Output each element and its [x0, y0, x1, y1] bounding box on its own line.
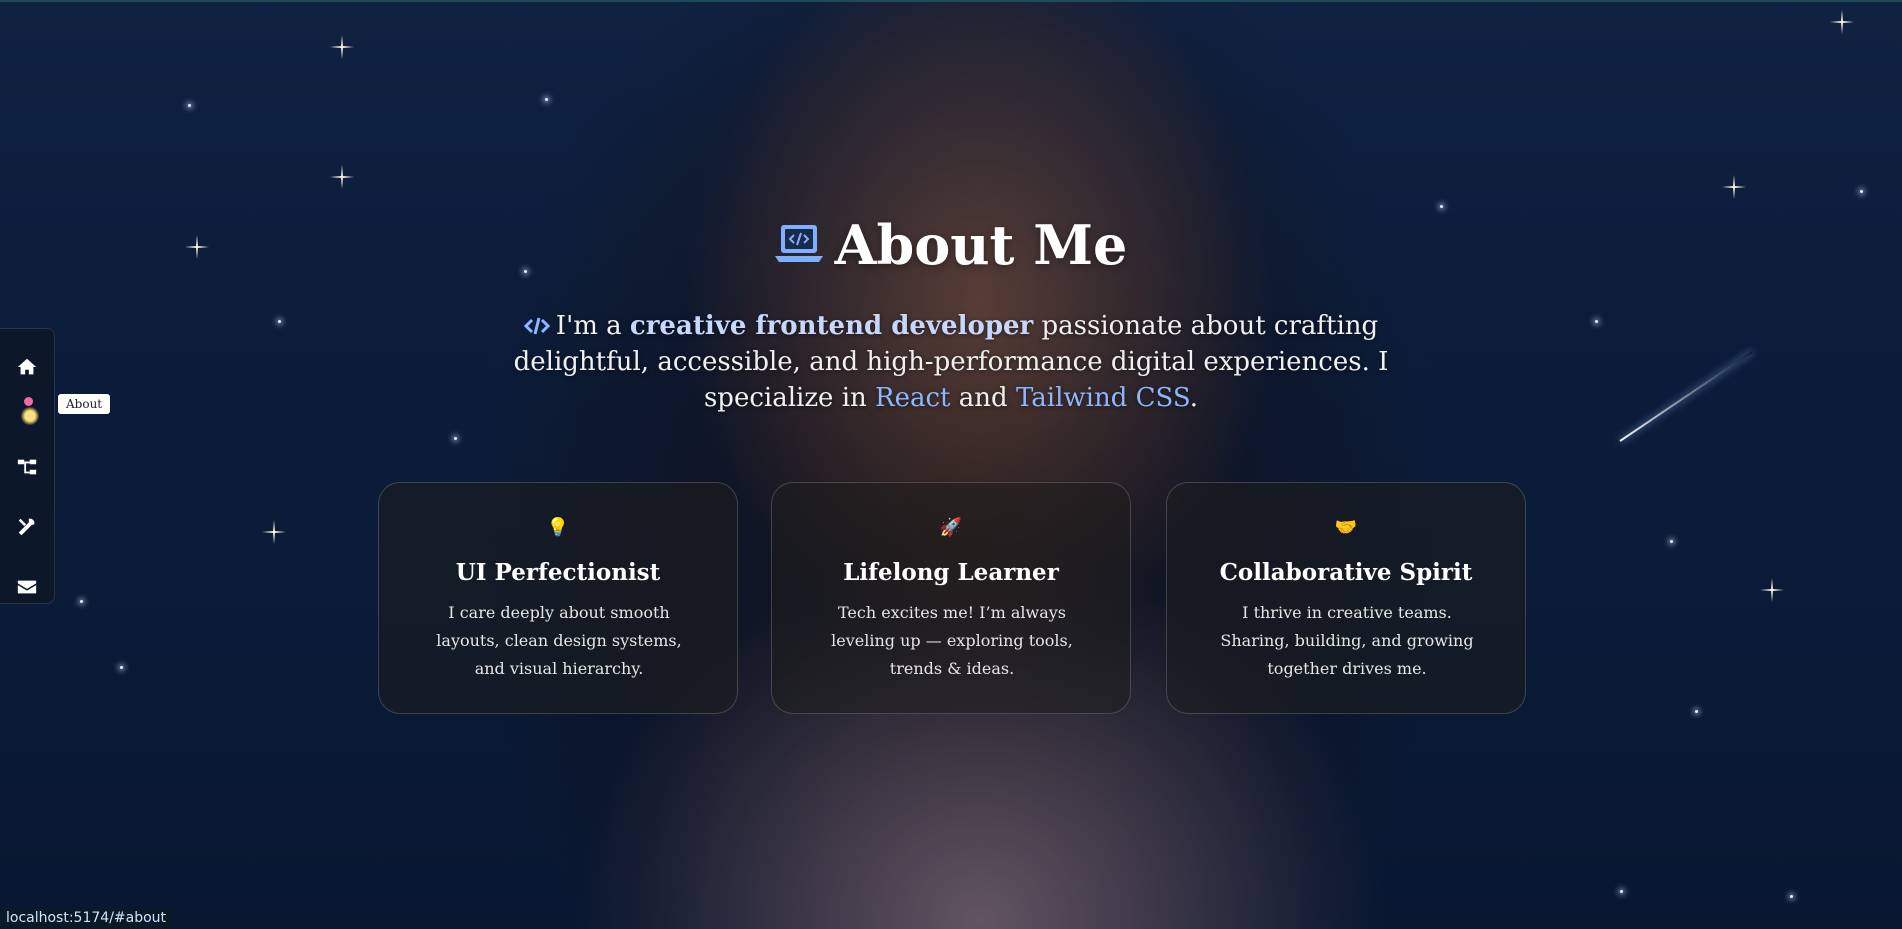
browser-status-url: localhost:5174/#about [0, 907, 173, 929]
code-icon [523, 317, 550, 335]
sitemap-icon [17, 459, 37, 475]
nav-home-button[interactable] [0, 347, 54, 387]
nav-projects-button[interactable] [0, 447, 54, 487]
side-navigation [0, 328, 55, 604]
top-border [0, 0, 1902, 2]
rocket-icon: 🚀 [939, 517, 963, 538]
about-heading: About Me [0, 213, 1902, 277]
person-icon [24, 397, 33, 406]
tech-react: React [875, 383, 951, 413]
card-title: UI Perfectionist [455, 559, 661, 586]
card-collaborative-spirit: 🤝 Collaborative Spirit I thrive in creat… [1166, 482, 1526, 714]
intro-paragraph: I'm a creative frontend developer passio… [513, 311, 1389, 413]
home-icon [17, 358, 37, 375]
card-lifelong-learner: 🚀 Lifelong Learner Tech excites me! I’m … [771, 482, 1131, 714]
card-title: Collaborative Spirit [1219, 559, 1473, 586]
card-title: Lifelong Learner [843, 559, 1059, 586]
page-title: About Me [834, 213, 1128, 277]
card-text: I thrive in creative teams. Sharing, bui… [1220, 603, 1474, 678]
envelope-icon [17, 580, 37, 594]
card-text: I care deeply about smooth layouts, clea… [436, 603, 682, 678]
about-hover-glow [21, 407, 39, 425]
lightbulb-icon: 💡 [546, 517, 570, 538]
nav-skills-button[interactable] [0, 507, 54, 547]
card-ui-perfectionist: 💡 UI Perfectionist I care deeply about s… [378, 482, 738, 714]
tech-tailwind: Tailwind CSS [1015, 383, 1190, 413]
handshake-icon: 🤝 [1334, 517, 1358, 538]
role-highlight: creative frontend developer [629, 311, 1034, 341]
tools-icon [18, 518, 35, 536]
nav-tooltip: About [58, 394, 111, 414]
card-text: Tech excites me! I’m always leveling up … [831, 603, 1073, 678]
nav-contact-button[interactable] [0, 567, 54, 607]
laptop-code-icon [774, 225, 823, 262]
background-overlay [0, 0, 1902, 929]
